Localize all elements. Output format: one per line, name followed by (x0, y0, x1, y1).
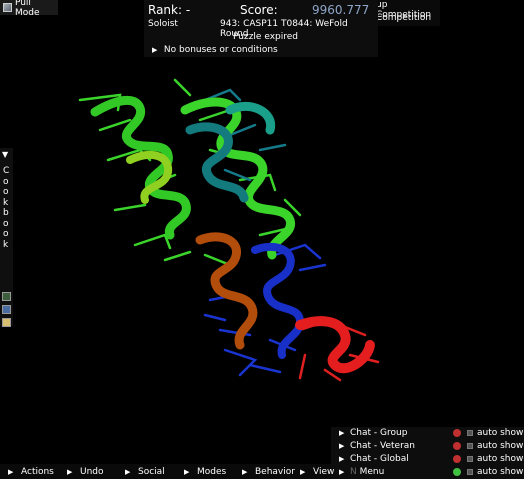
auto-show-checkbox[interactable] (467, 443, 473, 449)
expand-triangle-icon: ▶ (339, 429, 345, 437)
puzzle-status: Puzzle expired (233, 32, 298, 42)
undo-button[interactable]: ▶ Undo (67, 465, 104, 478)
expand-triangle-icon: ▶ (67, 467, 73, 476)
auto-show-checkbox[interactable] (467, 430, 473, 436)
behavior-label: Behavior (255, 466, 295, 477)
status-dot-icon (453, 468, 461, 476)
expand-triangle-icon: ▶ (184, 467, 190, 476)
actions-label: Actions (21, 466, 54, 477)
status-dot-icon (453, 455, 461, 463)
auto-show-label: auto show (477, 454, 524, 464)
bottom-toolbar: ▶ Actions ▶ Undo ▶ Social ▶ Modes ▶ Beha… (0, 464, 334, 479)
protein-viewport[interactable] (0, 0, 524, 479)
pull-mode-label: Pull Mode (14, 0, 40, 18)
player-mode: Soloist (148, 19, 178, 29)
view-label: View (313, 466, 335, 477)
competition-line-2[interactable]: Competition (376, 13, 431, 23)
cookbook-title: C o o k b o o k (3, 166, 10, 250)
expand-triangle-icon: ▶ (242, 467, 248, 476)
score-value: 9960.777 (312, 3, 370, 17)
auto-show-checkbox[interactable] (467, 456, 473, 462)
expand-triangle-icon: ▶ (339, 442, 345, 450)
chat-veteran-row[interactable]: ▶ Chat - Veteran auto show (331, 440, 524, 453)
behavior-button[interactable]: ▶ Behavior (242, 465, 295, 478)
cookbook-panel[interactable]: ▼ C o o k b o o k (0, 148, 13, 327)
social-button[interactable]: ▶ Social (125, 465, 165, 478)
chat-panel: ▶ Chat - Group auto show ▶ Chat - Vetera… (331, 427, 524, 479)
modes-label: Modes (197, 466, 227, 477)
auto-show-label: auto show (477, 428, 524, 438)
expand-triangle-icon: ▶ (339, 468, 345, 476)
menu-label[interactable]: N Menu (350, 467, 384, 477)
expand-triangle-icon: ▶ (152, 46, 158, 54)
conditions-label: No bonuses or conditions (163, 45, 278, 55)
score-label: Score: (240, 3, 278, 17)
expand-triangle-icon: ▶ (300, 467, 306, 476)
notes-icon[interactable] (2, 318, 11, 327)
chat-label[interactable]: Chat - Global (350, 454, 409, 464)
chat-group-row[interactable]: ▶ Chat - Group auto show (331, 427, 524, 440)
score-panel: Rank: - Score: 9960.777 Soloist 943: CAS… (144, 0, 378, 57)
auto-show-label: auto show (477, 467, 524, 477)
conditions-toggle[interactable]: ▶ No bonuses or conditions (152, 45, 278, 55)
recipe-tool-icon[interactable] (2, 292, 11, 301)
collapse-triangle-icon[interactable]: ▼ (2, 150, 8, 159)
view-button[interactable]: ▶ View (300, 465, 334, 478)
modes-button[interactable]: ▶ Modes (184, 465, 226, 478)
status-dot-icon (453, 429, 461, 437)
pull-mode-button[interactable]: Pull Mode (0, 0, 58, 18)
auto-show-label: auto show (477, 441, 524, 451)
folder-icon[interactable] (2, 305, 11, 314)
pull-mode-icon (3, 3, 12, 12)
chat-label[interactable]: Chat - Group (350, 428, 407, 438)
expand-triangle-icon: ▶ (339, 455, 345, 463)
menu-row[interactable]: ▶ N Menu auto show (331, 466, 524, 479)
expand-triangle-icon: ▶ (8, 467, 14, 476)
auto-show-checkbox[interactable] (467, 469, 473, 475)
backbone-helices (90, 95, 375, 374)
chat-global-row[interactable]: ▶ Chat - Global auto show (331, 453, 524, 466)
undo-label: Undo (80, 466, 104, 477)
social-label: Social (138, 466, 165, 477)
actions-button[interactable]: ▶ Actions (8, 465, 54, 478)
chat-label[interactable]: Chat - Veteran (350, 441, 415, 451)
status-dot-icon (453, 442, 461, 450)
expand-triangle-icon: ▶ (125, 467, 131, 476)
rank-label: Rank: - (148, 3, 191, 17)
